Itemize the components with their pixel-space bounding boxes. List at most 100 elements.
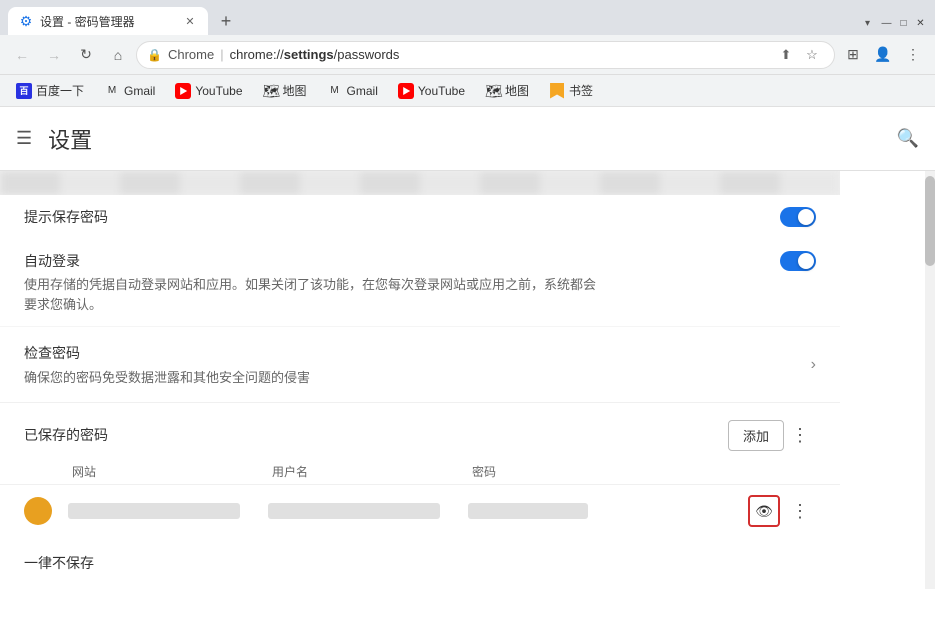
bookmark-youtube2[interactable]: YouTube bbox=[390, 80, 473, 102]
address-separator: | bbox=[220, 47, 223, 62]
auto-signin-description: 使用存储的凭据自动登录网站和应用。如果关闭了该功能，在您每次登录网站或应用之前，… bbox=[24, 275, 604, 314]
active-tab[interactable]: ⚙ 设置 - 密码管理器 ✕ bbox=[8, 7, 208, 35]
saved-passwords-title: 已保存的密码 bbox=[24, 425, 728, 445]
map-icon: 🗺 bbox=[263, 83, 279, 99]
bookmarks-bar: 百 百度一下 M Gmail YouTube 🗺 地图 M Gmail YouT… bbox=[0, 75, 935, 107]
bookmark-bookmarks[interactable]: 书签 bbox=[541, 79, 601, 102]
window-controls: ▾ — □ ✕ bbox=[859, 16, 927, 35]
minimize-button[interactable]: — bbox=[880, 17, 893, 30]
toggle-thumb bbox=[798, 209, 814, 225]
show-password-button[interactable]: 👁 bbox=[748, 495, 780, 527]
site-favicon bbox=[24, 497, 52, 525]
address-bar[interactable]: 🔒 Chrome | chrome://settings/passwords ⬆… bbox=[136, 41, 835, 69]
extensions-button[interactable]: ⊞ bbox=[839, 41, 867, 69]
address-url: chrome://settings/passwords bbox=[230, 47, 400, 62]
auto-signin-row: 自动登录 使用存储的凭据自动登录网站和应用。如果关闭了该功能，在您每次登录网站或… bbox=[0, 239, 840, 327]
new-tab-button[interactable]: + bbox=[212, 7, 240, 35]
bookmark-icon bbox=[549, 83, 565, 99]
check-passwords-row[interactable]: 检查密码 确保您的密码免受数据泄露和其他安全问题的侵害 › bbox=[0, 327, 840, 403]
youtube-icon bbox=[175, 83, 191, 99]
bookmark-label: Gmail bbox=[124, 84, 155, 98]
share-icon[interactable]: ⬆ bbox=[774, 43, 798, 67]
never-saved-section: 一律不保存 bbox=[0, 537, 840, 589]
chevron-right-icon: › bbox=[811, 356, 816, 374]
tab-close-button[interactable]: ✕ bbox=[182, 13, 198, 29]
bookmark-gmail2[interactable]: M Gmail bbox=[319, 80, 386, 102]
scrollbar[interactable] bbox=[925, 171, 935, 589]
main-layout: ☰ 设置 🔍 提示保存密码 自动登录 使用存储 bbox=[0, 107, 935, 589]
add-password-button[interactable]: 添加 bbox=[728, 420, 784, 451]
forward-button[interactable]: → bbox=[40, 41, 68, 69]
toolbar: ← → ↻ ⌂ 🔒 Chrome | chrome://settings/pas… bbox=[0, 35, 935, 75]
tab-strip: ⚙ 设置 - 密码管理器 ✕ + bbox=[8, 7, 859, 35]
bookmark-label: Gmail bbox=[347, 84, 378, 98]
password-row-actions: 👁 ⋮ bbox=[748, 495, 816, 527]
search-icon[interactable]: 🔍 bbox=[897, 128, 919, 149]
youtube-icon-2 bbox=[398, 83, 414, 99]
column-header-user: 用户名 bbox=[272, 463, 472, 480]
scrollbar-thumb bbox=[925, 176, 935, 266]
save-passwords-row: 提示保存密码 bbox=[0, 195, 840, 239]
gmail-icon-2: M bbox=[327, 83, 343, 99]
blurred-content-top bbox=[0, 171, 840, 195]
save-passwords-toggle[interactable] bbox=[780, 207, 816, 227]
password-row-more-button[interactable]: ⋮ bbox=[784, 495, 816, 527]
bookmark-label: YouTube bbox=[195, 84, 242, 98]
baidu-icon: 百 bbox=[16, 83, 32, 99]
tab-title: 设置 - 密码管理器 bbox=[40, 13, 176, 30]
bookmark-label: 书签 bbox=[569, 82, 593, 99]
password-blurred bbox=[468, 503, 588, 519]
auto-signin-text: 自动登录 使用存储的凭据自动登录网站和应用。如果关闭了该功能，在您每次登录网站或… bbox=[24, 251, 756, 314]
saved-passwords-header: 已保存的密码 添加 ⋮ bbox=[0, 403, 840, 459]
chevron-down-icon[interactable]: ▾ bbox=[859, 16, 876, 31]
page-header: ☰ 设置 🔍 bbox=[0, 107, 935, 171]
username-blurred bbox=[268, 503, 440, 519]
bookmark-map2[interactable]: 🗺 地图 bbox=[477, 79, 537, 102]
tab-favicon: ⚙ bbox=[18, 13, 34, 29]
bookmark-youtube1[interactable]: YouTube bbox=[167, 80, 250, 102]
map-icon-2: 🗺 bbox=[485, 83, 501, 99]
bookmark-label: 地图 bbox=[283, 82, 307, 99]
address-brand: Chrome bbox=[168, 47, 214, 62]
eye-icon: 👁 bbox=[755, 503, 773, 520]
security-icon: 🔒 bbox=[147, 48, 162, 62]
profile-button[interactable]: 👤 bbox=[869, 41, 897, 69]
bookmark-label: 百度一下 bbox=[36, 82, 84, 99]
check-passwords-left: 检查密码 确保您的密码免受数据泄露和其他安全问题的侵害 bbox=[24, 343, 310, 386]
page-title: 设置 bbox=[48, 123, 92, 155]
check-passwords-description: 确保您的密码免受数据泄露和其他安全问题的侵害 bbox=[24, 367, 310, 386]
settings-content: 提示保存密码 自动登录 使用存储的凭据自动登录网站和应用。如果关闭了该功能，在您… bbox=[0, 171, 840, 589]
table-row: 👁 ⋮ bbox=[0, 484, 840, 537]
bookmark-star-icon[interactable]: ☆ bbox=[800, 43, 824, 67]
password-table-header: 网站 用户名 密码 bbox=[0, 459, 840, 484]
auto-signin-toggle-thumb bbox=[798, 253, 814, 269]
auto-signin-toggle[interactable] bbox=[780, 251, 816, 271]
bookmark-label: YouTube bbox=[418, 84, 465, 98]
bookmark-gmail1[interactable]: M Gmail bbox=[96, 80, 163, 102]
close-button[interactable]: ✕ bbox=[914, 17, 927, 30]
chrome-menu-button[interactable]: ⋮ bbox=[899, 41, 927, 69]
username-cell bbox=[268, 503, 440, 519]
maximize-button[interactable]: □ bbox=[897, 17, 910, 30]
save-passwords-label: 提示保存密码 bbox=[24, 207, 108, 227]
back-button[interactable]: ← bbox=[8, 41, 36, 69]
gmail-icon: M bbox=[104, 83, 120, 99]
saved-passwords-more-button[interactable]: ⋮ bbox=[784, 419, 816, 451]
content-area: 提示保存密码 自动登录 使用存储的凭据自动登录网站和应用。如果关闭了该功能，在您… bbox=[0, 171, 925, 589]
address-actions: ⬆ ☆ bbox=[774, 43, 824, 67]
check-passwords-title: 检查密码 bbox=[24, 343, 310, 363]
auto-signin-title: 自动登录 bbox=[24, 251, 756, 271]
bookmark-baidu[interactable]: 百 百度一下 bbox=[8, 79, 92, 102]
home-button[interactable]: ⌂ bbox=[104, 41, 132, 69]
gear-icon: ⚙ bbox=[20, 13, 33, 30]
column-header-site: 网站 bbox=[72, 463, 272, 480]
password-cell bbox=[468, 503, 748, 519]
bookmark-map1[interactable]: 🗺 地图 bbox=[255, 79, 315, 102]
refresh-button[interactable]: ↻ bbox=[72, 41, 100, 69]
never-saved-title: 一律不保存 bbox=[24, 555, 94, 571]
site-name-cell bbox=[68, 503, 240, 519]
sidebar-menu-icon[interactable]: ☰ bbox=[16, 128, 32, 149]
column-header-pass: 密码 bbox=[472, 463, 816, 480]
toolbar-right: ⊞ 👤 ⋮ bbox=[839, 41, 927, 69]
titlebar: ⚙ 设置 - 密码管理器 ✕ + ▾ — □ ✕ bbox=[0, 0, 935, 35]
